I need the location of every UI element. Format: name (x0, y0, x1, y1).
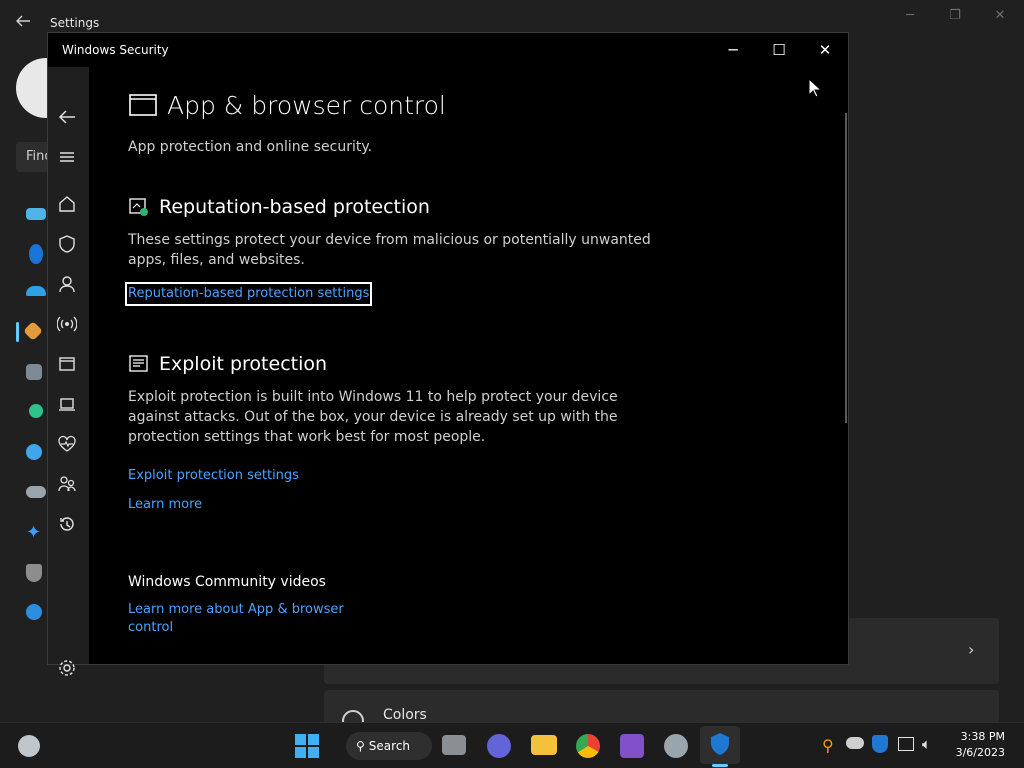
page-title: App & browser control (167, 91, 446, 120)
chevron-right-icon: › (968, 640, 975, 659)
teams-chat-icon[interactable] (487, 734, 511, 758)
settings-maximize-icon[interactable]: ❐ (945, 8, 965, 24)
network-tray-icon[interactable] (898, 737, 914, 751)
protection-history-icon[interactable] (57, 514, 79, 536)
colors-label: Colors (383, 707, 427, 723)
bluetooth-icon[interactable] (29, 244, 43, 264)
app-browser-control-icon[interactable] (57, 354, 79, 376)
community-videos-heading: Windows Community videos (128, 574, 326, 590)
nav-selected-indicator (16, 322, 19, 342)
family-options-icon[interactable] (57, 474, 79, 496)
security-tray-icon[interactable] (872, 735, 888, 753)
shield-icon[interactable] (57, 234, 79, 256)
apps-icon[interactable] (26, 364, 42, 380)
taskbar: ⚲ Search ⚲ 🔈︎ 3:38 PM 3/6/2023 (0, 722, 1024, 768)
windows-security-taskbar-button[interactable] (700, 726, 740, 764)
app-browser-control-icon (129, 94, 157, 120)
settings-back-icon[interactable] (14, 12, 34, 32)
personalization-icon[interactable] (23, 321, 43, 341)
task-view-icon[interactable] (442, 735, 466, 755)
active-app-indicator (712, 764, 728, 767)
exploit-description: protection settings that work best for m… (128, 429, 486, 445)
main-content: App & browser control App protection and… (89, 67, 848, 664)
windows-security-window: Windows Security ─ ☐ ✕ App & browser con… (47, 32, 849, 676)
learn-more-link[interactable]: Learn more (128, 496, 202, 514)
network-icon[interactable] (26, 286, 46, 296)
reputation-heading: Reputation-based protection (159, 196, 430, 218)
clock-time[interactable]: 3:38 PM (955, 730, 1005, 743)
settings-minimize-icon[interactable]: ─ (900, 8, 920, 24)
onedrive-icon[interactable] (846, 737, 864, 749)
reputation-settings-link[interactable]: Reputation-based protection settings (125, 282, 373, 306)
minimize-button[interactable]: ─ (710, 35, 756, 65)
exploit-description: Exploit protection is built into Windows… (128, 389, 618, 405)
reputation-description: These settings protect your device from … (128, 232, 651, 248)
close-button[interactable]: ✕ (802, 35, 848, 65)
title-bar[interactable]: Windows Security ─ ☐ ✕ (48, 33, 848, 67)
scrollbar[interactable] (845, 113, 847, 423)
settings-title: Settings (50, 16, 100, 30)
exploit-settings-link[interactable]: Exploit protection settings (128, 467, 299, 485)
start-button[interactable] (292, 731, 322, 761)
settings-app-icon[interactable] (664, 734, 688, 758)
accounts-icon[interactable] (29, 404, 43, 418)
reputation-description: apps, files, and websites. (128, 252, 305, 268)
settings-close-icon[interactable]: ✕ (990, 8, 1010, 24)
firewall-network-icon[interactable] (56, 314, 79, 336)
chrome-icon[interactable] (576, 734, 600, 758)
accessibility-icon[interactable]: ✦ (26, 524, 46, 544)
community-videos-link[interactable]: control (128, 619, 173, 637)
maximize-button[interactable]: ☐ (756, 35, 802, 65)
taskbar-search-button[interactable]: ⚲ Search (346, 732, 432, 760)
search-tray-icon[interactable]: ⚲ (822, 736, 834, 755)
reputation-icon (129, 197, 149, 221)
file-explorer-icon[interactable] (531, 735, 557, 755)
community-videos-link[interactable]: Learn more about App & browser (128, 601, 344, 619)
back-arrow-icon[interactable] (57, 107, 79, 129)
page-subtitle: App protection and online security. (128, 139, 373, 155)
exploit-protection-icon (129, 354, 149, 378)
search-icon: ⚲ (356, 739, 365, 753)
exploit-description: against attacks. Out of the box, your de… (128, 409, 618, 425)
windows-update-icon[interactable] (26, 604, 42, 620)
sidebar (48, 67, 89, 676)
device-health-icon[interactable] (57, 434, 79, 456)
home-icon[interactable] (57, 194, 79, 216)
clock-date[interactable]: 3/6/2023 (944, 746, 1005, 759)
window-title: Windows Security (62, 43, 169, 57)
weather-icon[interactable] (18, 735, 40, 757)
hamburger-menu-icon[interactable] (57, 147, 79, 169)
volume-icon[interactable]: 🔈︎ (922, 735, 931, 753)
settings-gear-icon[interactable] (57, 658, 79, 680)
gaming-icon[interactable] (26, 486, 46, 498)
account-protection-icon[interactable] (57, 274, 79, 296)
search-label: Search (368, 739, 411, 753)
system-icon[interactable] (26, 208, 46, 220)
privacy-shield-icon[interactable] (26, 564, 42, 582)
visual-studio-icon[interactable] (620, 734, 644, 758)
device-security-icon[interactable] (57, 394, 79, 416)
exploit-heading: Exploit protection (159, 353, 328, 375)
time-language-icon[interactable] (26, 444, 42, 460)
mouse-cursor-icon (808, 77, 823, 102)
